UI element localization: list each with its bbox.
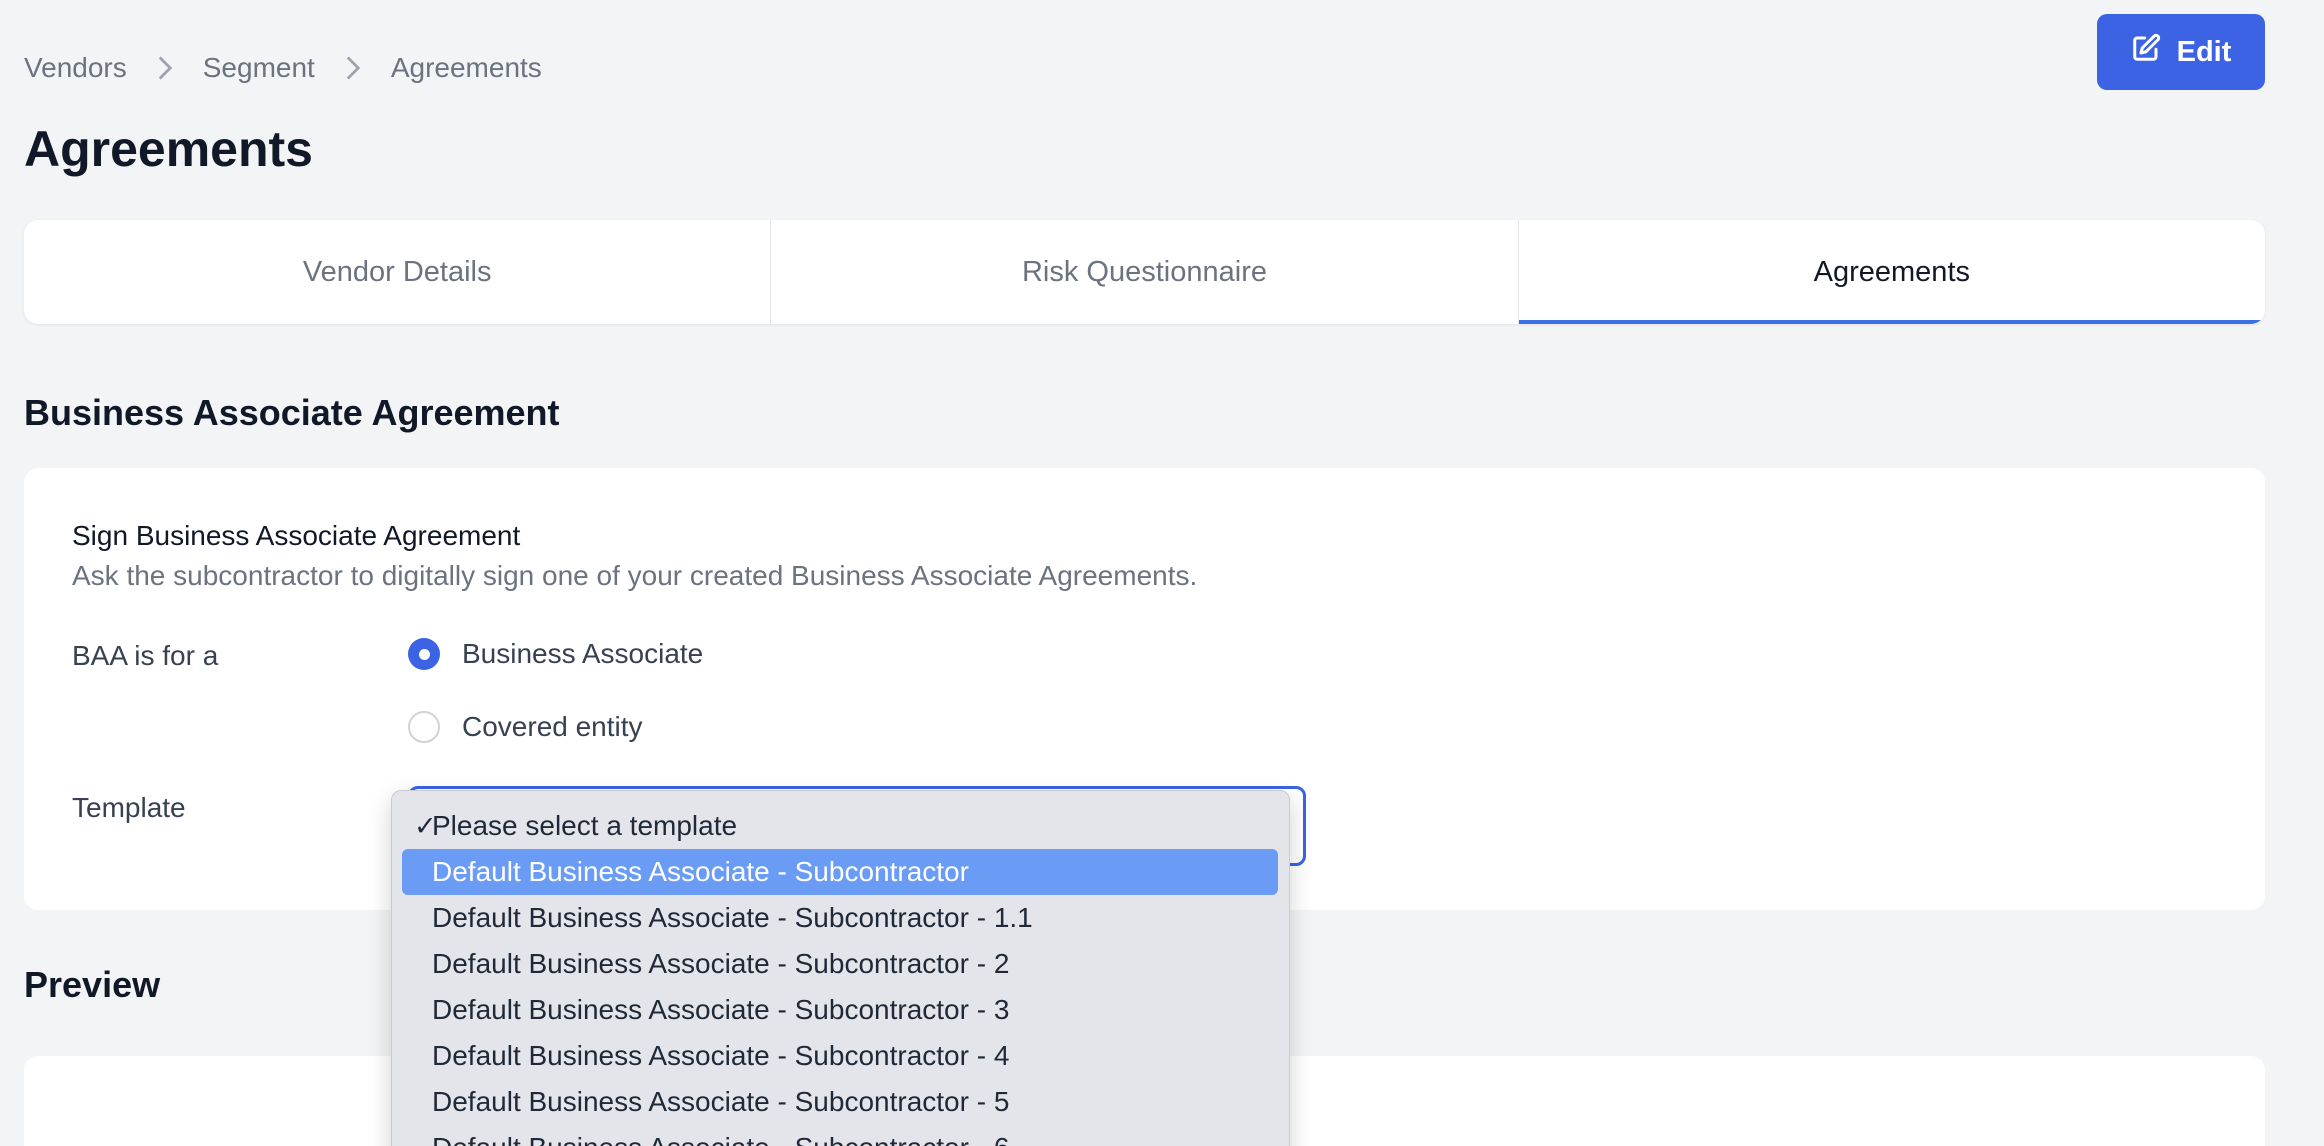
dropdown-option-subcontractor-3[interactable]: Default Business Associate - Subcontract… [402, 987, 1278, 1033]
edit-button-label: Edit [2176, 35, 2232, 68]
radio-label-business-associate: Business Associate [462, 638, 704, 669]
dropdown-option-label: Please select a template [432, 810, 738, 841]
radio-button-unchecked[interactable] [408, 711, 440, 743]
edit-icon [2131, 33, 2161, 71]
template-dropdown-menu: ✓ Please select a template Default Busin… [391, 790, 1290, 1146]
dropdown-option-label: Default Business Associate - Subcontract… [432, 994, 1010, 1025]
chevron-right-icon [127, 54, 203, 82]
radio-button-checked[interactable] [408, 638, 440, 670]
edit-button[interactable]: Edit [2097, 14, 2265, 90]
tab-vendor-details[interactable]: Vendor Details [24, 220, 770, 324]
dropdown-option-label: Default Business Associate - Subcontract… [432, 1132, 1009, 1146]
dropdown-option-subcontractor-5[interactable]: Default Business Associate - Subcontract… [402, 1079, 1278, 1125]
preview-heading: Preview [24, 964, 161, 1005]
card-description: Ask the subcontractor to digitally sign … [72, 560, 1198, 591]
radio-business-associate[interactable]: Business Associate [408, 638, 703, 670]
card-title: Sign Business Associate Agreement [72, 520, 521, 551]
breadcrumb: Vendors Segment Agreements [24, 50, 542, 86]
radio-label-covered-entity: Covered entity [462, 711, 643, 742]
dropdown-option-subcontractor-4[interactable]: Default Business Associate - Subcontract… [402, 1033, 1278, 1079]
baa-for-label: BAA is for a [72, 640, 219, 671]
dropdown-option-subcontractor-1-1[interactable]: Default Business Associate - Subcontract… [402, 895, 1278, 941]
radio-covered-entity[interactable]: Covered entity [408, 711, 643, 743]
dropdown-option-subcontractor-2[interactable]: Default Business Associate - Subcontract… [402, 941, 1278, 987]
breadcrumb-segment[interactable]: Segment [203, 52, 315, 84]
dropdown-option-subcontractor[interactable]: Default Business Associate - Subcontract… [402, 849, 1278, 895]
checkmark-icon: ✓ [414, 810, 437, 841]
page-title: Agreements [24, 121, 313, 177]
tab-bar: Vendor Details Risk Questionnaire Agreem… [24, 220, 2265, 324]
dropdown-option-label: Default Business Associate - Subcontract… [432, 948, 1010, 979]
dropdown-option-subcontractor-6[interactable]: Default Business Associate - Subcontract… [402, 1125, 1278, 1146]
tab-risk-questionnaire[interactable]: Risk Questionnaire [770, 220, 1517, 324]
tab-agreements[interactable]: Agreements [1517, 220, 2265, 324]
dropdown-option-label: Default Business Associate - Subcontract… [432, 1086, 1010, 1117]
baa-section-heading: Business Associate Agreement [24, 392, 560, 433]
breadcrumb-vendors[interactable]: Vendors [24, 52, 127, 84]
chevron-right-icon [315, 54, 391, 82]
dropdown-option-placeholder[interactable]: ✓ Please select a template [402, 803, 1278, 849]
dropdown-option-label: Default Business Associate - Subcontract… [432, 902, 1033, 933]
template-label: Template [72, 792, 186, 823]
page: Vendors Segment Agreements Edit Agreemen… [0, 0, 2324, 1146]
dropdown-option-label: Default Business Associate - Subcontract… [432, 1040, 1010, 1071]
breadcrumb-agreements[interactable]: Agreements [391, 52, 542, 84]
dropdown-option-label: Default Business Associate - Subcontract… [432, 856, 969, 887]
